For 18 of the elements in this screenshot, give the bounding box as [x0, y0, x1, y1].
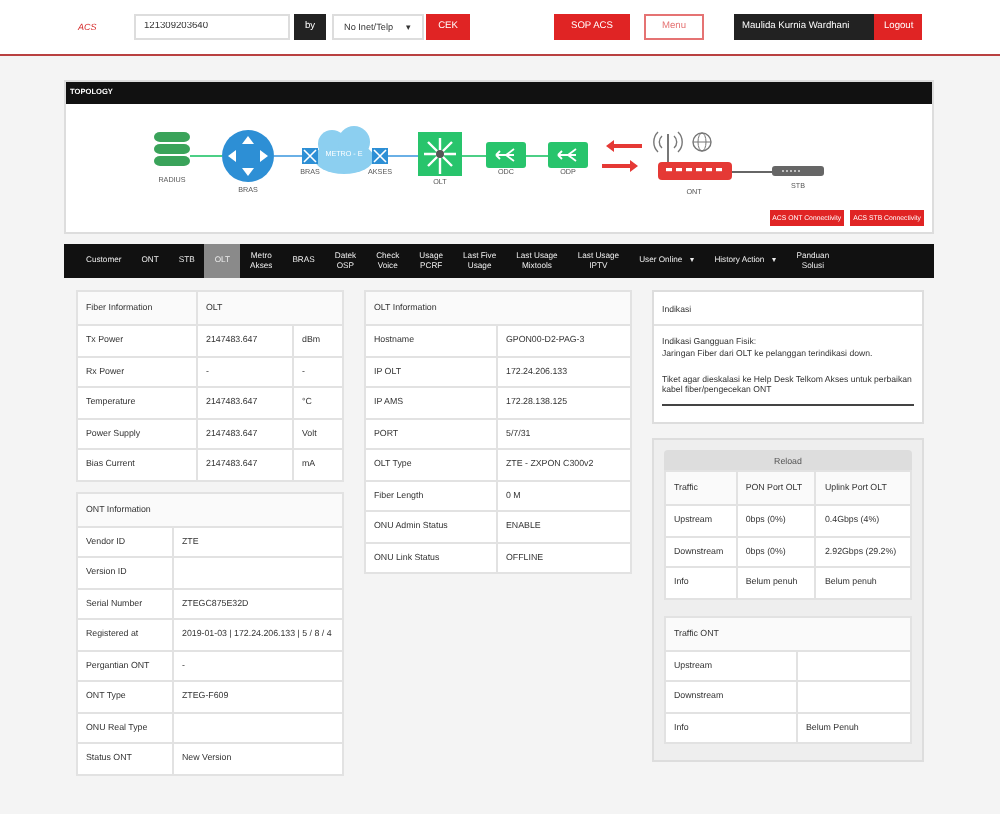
switch-icon[interactable]	[302, 148, 318, 164]
database-icon[interactable]	[154, 132, 190, 166]
link-line	[189, 155, 223, 157]
set-top-box-icon[interactable]	[772, 166, 824, 176]
splitter-icon[interactable]	[486, 142, 526, 168]
link-line	[525, 155, 549, 157]
splitter-icon[interactable]	[548, 142, 588, 168]
antenna-icon	[653, 131, 683, 163]
link-line	[731, 171, 773, 173]
modem-icon[interactable]	[658, 162, 732, 180]
hub-icon[interactable]	[418, 132, 462, 176]
globe-icon	[692, 132, 712, 152]
link-line	[387, 155, 419, 157]
link-line	[273, 155, 303, 157]
arrows-icon	[602, 140, 642, 172]
router-icon[interactable]	[222, 130, 274, 182]
switch-icon[interactable]	[372, 148, 388, 164]
link-line	[461, 155, 487, 157]
